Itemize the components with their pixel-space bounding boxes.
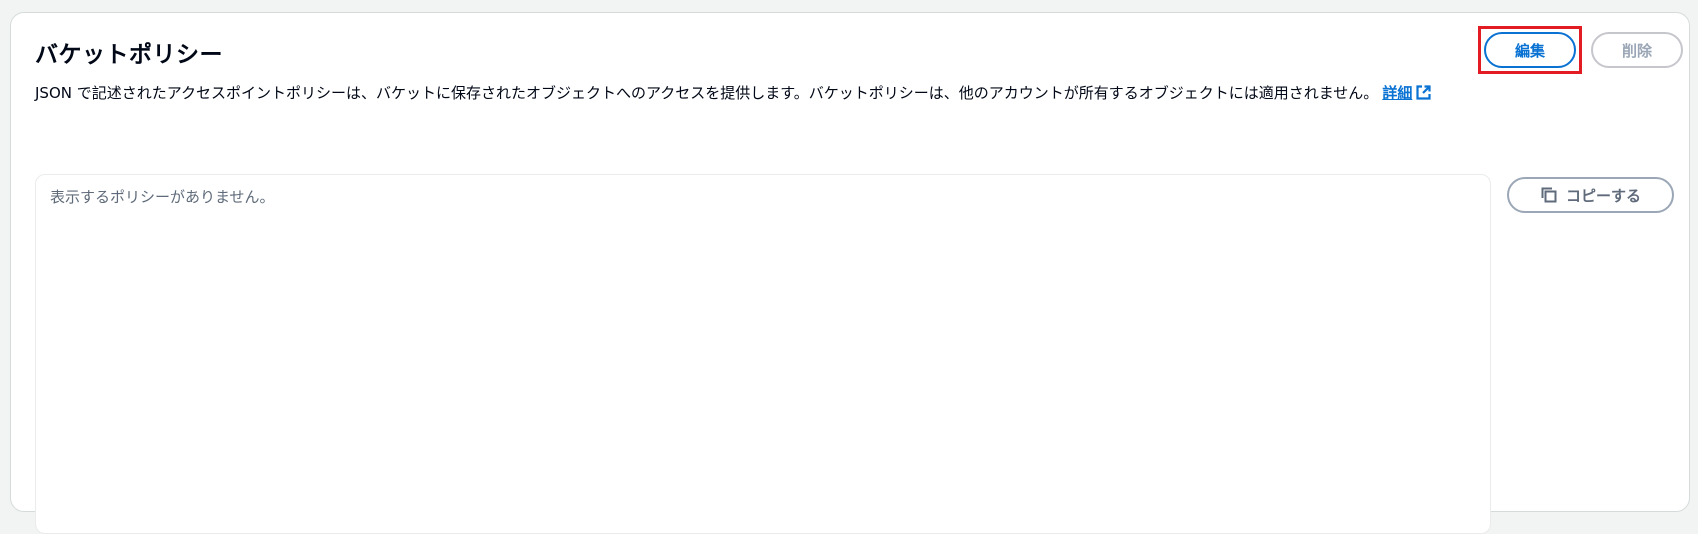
delete-button[interactable]: 削除 [1591,32,1683,68]
edit-button[interactable]: 編集 [1484,32,1576,68]
external-link-icon[interactable] [1416,85,1431,104]
copy-button[interactable]: コピーする [1507,177,1674,213]
policy-viewer[interactable]: 表示するポリシーがありません。 [35,174,1491,534]
learn-more-link[interactable]: 詳細 [1382,84,1412,102]
copy-icon [1540,186,1558,204]
description-text: JSON で記述されたアクセスポイントポリシーは、バケットに保存されたオブジェク… [35,84,1379,102]
copy-button-label: コピーする [1565,186,1641,205]
bucket-policy-panel: バケットポリシー JSON で記述されたアクセスポイントポリシーは、バケットに保… [10,12,1690,534]
panel-description: JSON で記述されたアクセスポイントポリシーは、バケットに保存されたオブジェク… [35,82,1431,104]
panel-title: バケットポリシー [35,42,223,68]
policy-empty-text: 表示するポリシーがありません。 [50,188,275,206]
